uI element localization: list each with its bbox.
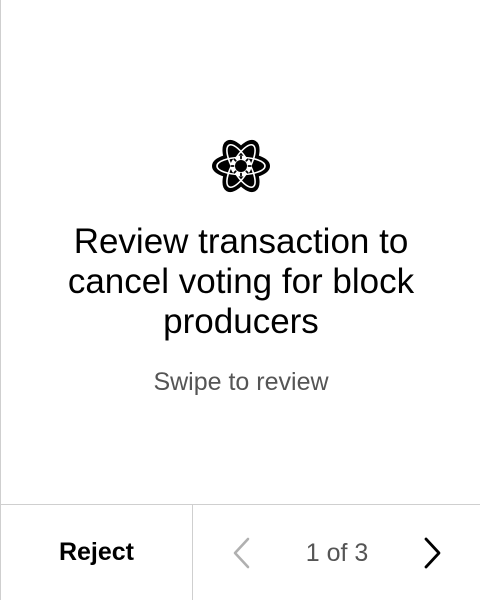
review-screen: Review transaction to cancel voting for … [0, 0, 480, 600]
chevron-left-icon [233, 537, 250, 569]
review-content[interactable]: Review transaction to cancel voting for … [1, 0, 480, 504]
page-title: Review transaction to cancel voting for … [67, 222, 415, 341]
pager: 1 of 3 [193, 505, 480, 600]
chevron-right-icon[interactable] [413, 535, 449, 571]
page-indicator: 1 of 3 [305, 539, 369, 567]
atom-icon [212, 139, 270, 193]
reject-button[interactable]: Reject [1, 505, 193, 600]
footer-bar: Reject 1 of 3 [1, 504, 480, 600]
swipe-hint: Swipe to review [153, 368, 329, 396]
